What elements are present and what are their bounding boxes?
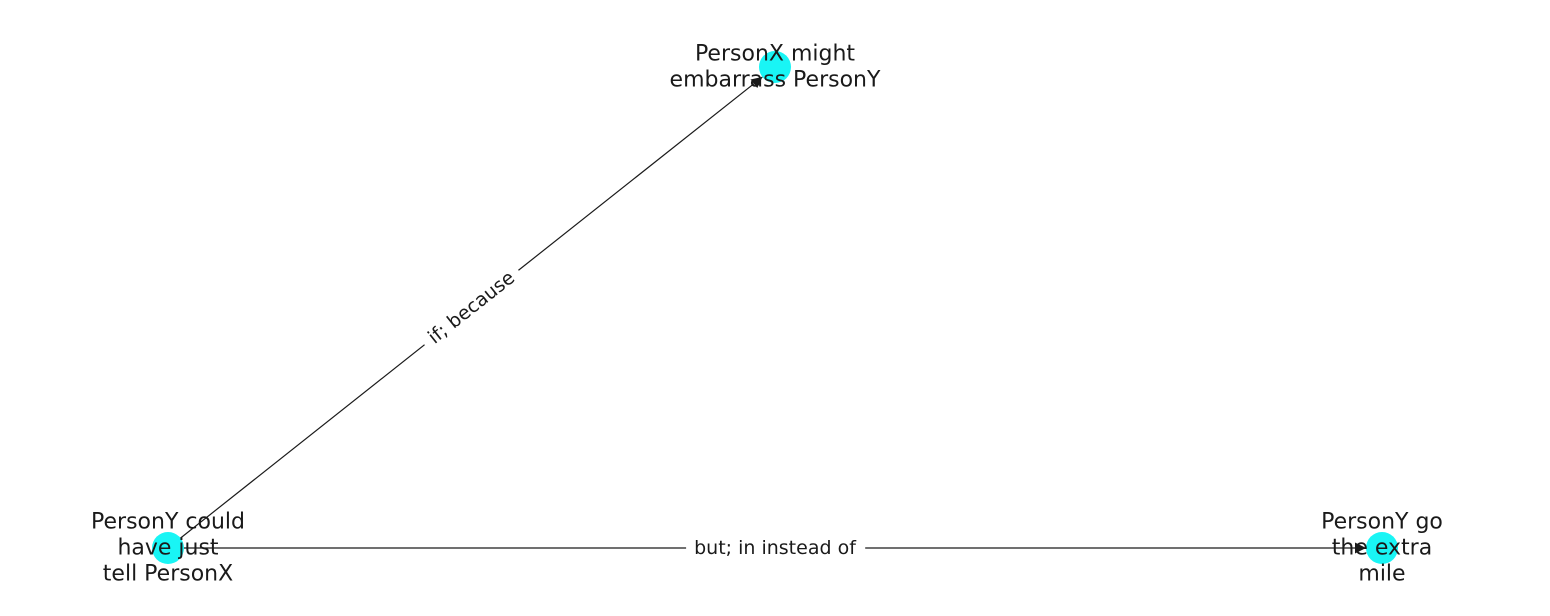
edge-label-group: but; in instead of [686,535,866,561]
edges-layer [167,76,1366,554]
edge-label: but; in instead of [694,537,857,559]
node-label-line: the extra [1332,536,1432,561]
node-label-line: PersonX might [695,42,855,67]
node-label-line: mile [1358,562,1405,587]
node-label-line: embarrass PersonY [670,68,881,93]
node-label-line: PersonY could [91,510,245,535]
node-label-line: PersonY go [1321,510,1443,535]
diagram-canvas: if; because but; in instead of PersonX mig… [91,42,1443,587]
edge-label: if; because [424,267,519,349]
node-label-line: tell PersonX [103,562,233,587]
labels-layer: if; because but; in instead of PersonX mig… [91,42,1443,587]
edge-label-group: if; because [416,260,527,355]
node-label-line: have just [117,536,218,561]
nodes-layer [152,51,1398,564]
